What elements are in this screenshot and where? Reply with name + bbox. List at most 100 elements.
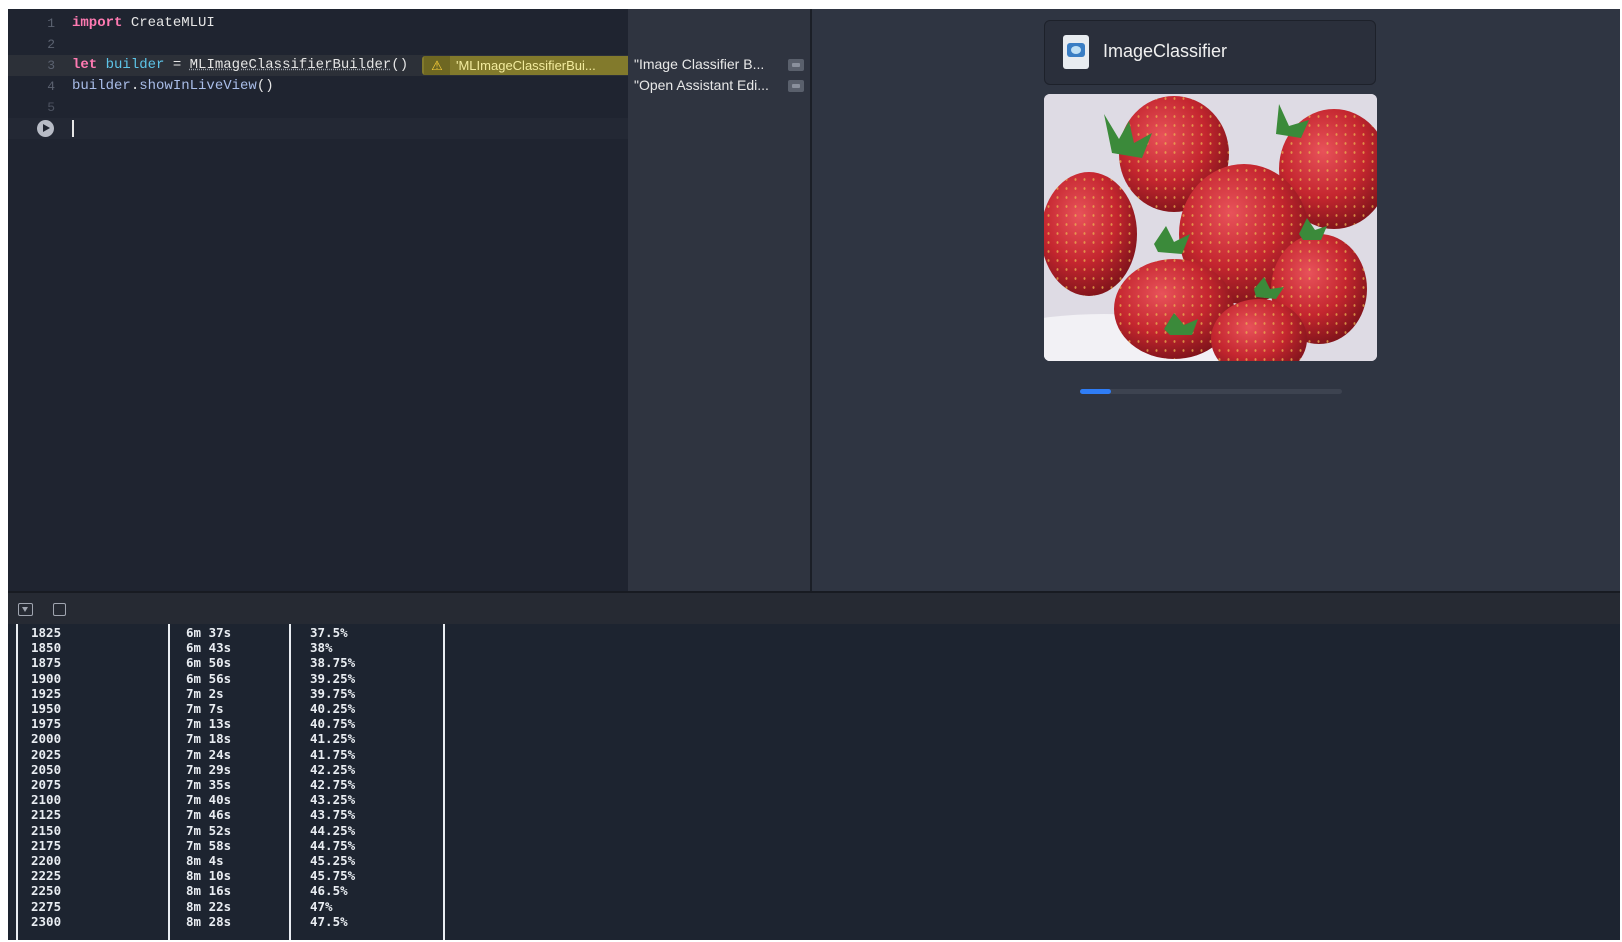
- quick-look-icon[interactable]: [788, 59, 804, 71]
- elapsed-time-cell: 6m 37s: [186, 625, 232, 640]
- type-name: MLImageClassifierBuilder: [189, 57, 392, 73]
- assign-operator: =: [164, 57, 190, 73]
- elapsed-time-cell: 8m 22s: [186, 898, 232, 914]
- code-line-3[interactable]: 3 let builder = MLImageClassifierBuilder…: [8, 55, 628, 76]
- elapsed-time-cell: 7m 18s: [186, 731, 232, 747]
- model-header: ImageClassifier: [1044, 20, 1376, 85]
- elapsed-time-cell: 7m 29s: [186, 761, 232, 777]
- percent-cell: 41.75%: [310, 746, 356, 762]
- elapsed-time-cell: 8m 10s: [186, 868, 232, 884]
- elapsed-time-cell: 7m 52s: [186, 822, 232, 838]
- text-cursor: [72, 120, 74, 137]
- percent-cell: 47%: [310, 898, 333, 914]
- call-parens: (): [391, 57, 409, 73]
- iteration-cell: 1825: [31, 625, 62, 640]
- percent-cell: 47.5%: [310, 913, 348, 929]
- code-line-1[interactable]: 1 import CreateMLUI: [8, 13, 628, 34]
- percent-cell: 44.25%: [310, 822, 356, 838]
- percent-cell: 42.25%: [310, 761, 356, 777]
- keyword-import: import: [72, 15, 123, 31]
- iteration-cell: 2300: [31, 913, 62, 929]
- module-name: CreateMLUI: [122, 15, 215, 31]
- elapsed-time-cell: 8m 28s: [186, 913, 232, 929]
- elapsed-time-cell: 6m 50s: [186, 655, 232, 671]
- percent-cell: 40.75%: [310, 716, 356, 732]
- line-number: 5: [47, 100, 55, 115]
- table-border: [443, 624, 445, 940]
- code-line-5[interactable]: 5: [8, 97, 628, 118]
- mlmodel-document-icon: [1063, 35, 1089, 69]
- console-output[interactable]: 1825 6m 37s 37.5% 1850 6m 43s 38% 1875 6m 50s 38…: [8, 624, 1620, 940]
- iteration-cell: 2075: [31, 777, 62, 792]
- result-value: "Open Assistant Edi...: [634, 77, 769, 93]
- percent-cell: 43.25%: [310, 792, 356, 808]
- percent-cell: 37.5%: [310, 625, 348, 640]
- iteration-cell: 2050: [31, 761, 62, 777]
- dot-operator: .: [130, 78, 140, 94]
- code-line-current[interactable]: [8, 118, 628, 139]
- iteration-cell: 2250: [31, 883, 62, 899]
- percent-cell: 39.75%: [310, 685, 356, 701]
- iteration-cell: 1975: [31, 716, 62, 732]
- drop-image-preview[interactable]: [1044, 94, 1377, 361]
- iteration-cell: 2225: [31, 868, 62, 884]
- quick-look-icon[interactable]: [788, 80, 804, 92]
- warning-banner[interactable]: ⚠ 'MLImageClassifierBui...: [422, 56, 628, 75]
- percent-cell: 38.75%: [310, 655, 356, 671]
- elapsed-time-cell: 7m 58s: [186, 837, 232, 853]
- playground-window: 1 import CreateMLUI 2 3 let builder = ML…: [8, 9, 1620, 940]
- iteration-cell: 2025: [31, 746, 62, 762]
- percent-cell: 39.25%: [310, 670, 356, 686]
- iteration-cell: 2125: [31, 807, 62, 823]
- code-editor[interactable]: 1 import CreateMLUI 2 3 let builder = ML…: [8, 9, 628, 591]
- result-row[interactable]: "Image Classifier B...: [634, 54, 804, 75]
- elapsed-time-cell: 7m 13s: [186, 716, 232, 732]
- iteration-cell: 2000: [31, 731, 62, 747]
- hide-console-icon[interactable]: [18, 603, 33, 616]
- line-number: 2: [47, 37, 55, 52]
- percent-cell: 44.75%: [310, 837, 356, 853]
- clear-console-icon[interactable]: [53, 603, 66, 616]
- percent-cell: 46.5%: [310, 883, 348, 899]
- warning-text: 'MLImageClassifierBui...: [456, 58, 596, 73]
- object-builder: builder: [72, 78, 131, 94]
- elapsed-time-cell: 7m 24s: [186, 746, 232, 762]
- iteration-cell: 1925: [31, 685, 62, 701]
- iteration-cell: 2275: [31, 898, 62, 914]
- percent-cell: 41.25%: [310, 731, 356, 747]
- call-parens: (): [256, 78, 274, 94]
- line-number: 4: [47, 79, 55, 94]
- percent-cell: 45.25%: [310, 853, 356, 868]
- iteration-cell: 2100: [31, 792, 62, 808]
- code-line-2[interactable]: 2: [8, 34, 628, 55]
- elapsed-time-cell: 8m 16s: [186, 883, 232, 899]
- elapsed-time-cell: 7m 7s: [186, 701, 224, 716]
- debug-area-toolbar: [8, 591, 1620, 626]
- table-border: [168, 624, 170, 940]
- percent-cell: 38%: [310, 640, 333, 656]
- live-view: ImageClassifier: [812, 9, 1620, 591]
- variable-builder: builder: [105, 57, 165, 73]
- play-circle-icon[interactable]: [37, 120, 54, 137]
- iteration-cell: 1850: [31, 640, 62, 656]
- elapsed-time-cell: 7m 2s: [186, 685, 224, 701]
- training-progress-fill: [1080, 389, 1112, 394]
- model-title: ImageClassifier: [1103, 41, 1228, 61]
- line-number: 3: [47, 58, 55, 73]
- elapsed-time-cell: 7m 40s: [186, 792, 232, 808]
- table-border: [16, 624, 18, 940]
- line-number: 1: [47, 16, 55, 31]
- strawberries-image: [1044, 94, 1377, 361]
- iteration-cell: 1875: [31, 655, 62, 671]
- percent-cell: 40.25%: [310, 701, 356, 716]
- keyword-let: let: [72, 57, 98, 73]
- percent-cell: 42.75%: [310, 777, 356, 792]
- code-line-4[interactable]: 4 builder.showInLiveView(): [8, 76, 628, 97]
- result-row[interactable]: "Open Assistant Edi...: [634, 75, 804, 96]
- training-progress-bar: [1080, 389, 1342, 394]
- table-border: [289, 624, 291, 940]
- method-call: showInLiveView: [139, 78, 257, 94]
- percent-cell: 43.75%: [310, 807, 356, 823]
- iteration-cell: 1900: [31, 670, 62, 686]
- iteration-cell: 2150: [31, 822, 62, 838]
